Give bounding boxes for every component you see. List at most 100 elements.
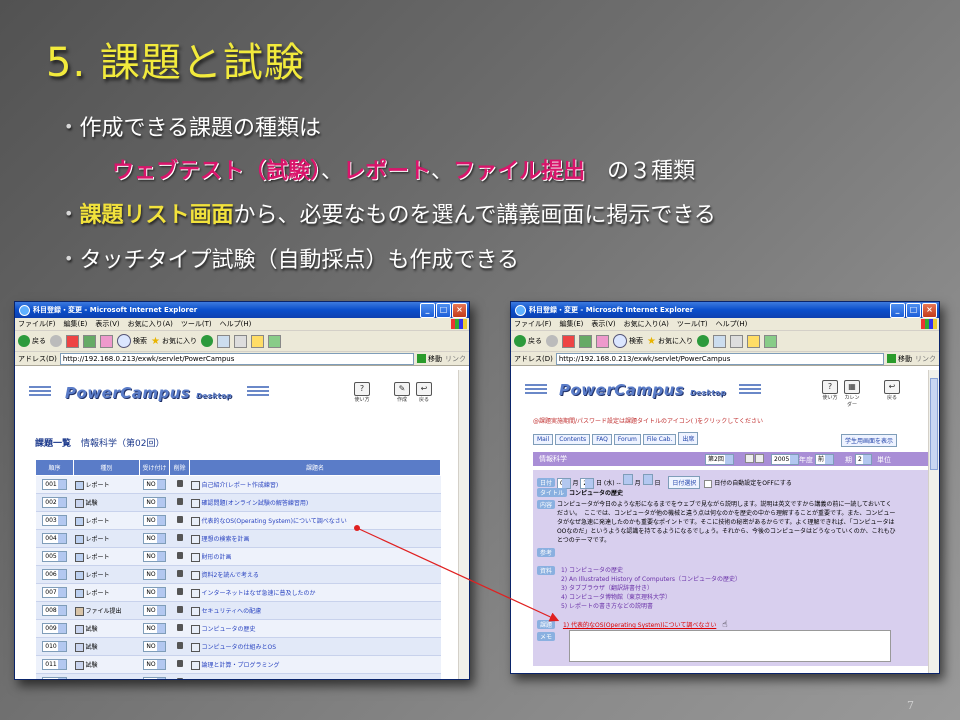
accept-select[interactable]: NO [143,551,166,562]
menu-file[interactable]: ファイル(F) [514,319,552,329]
stop-icon[interactable] [562,334,575,348]
task-name-link[interactable]: 論理と計算・プログラミング [202,662,280,669]
vertical-scrollbar[interactable] [928,370,939,673]
trash-icon[interactable] [176,678,183,679]
resource-link[interactable]: 3) タブブラウザ（翻訳辞書付き） [561,584,741,593]
go-button[interactable]: 移動 [887,354,912,364]
menu-tools[interactable]: ツール(T) [181,319,212,329]
edit-task-icon[interactable] [190,624,200,634]
home-icon[interactable] [100,334,113,348]
print-icon[interactable] [233,334,247,348]
trash-icon[interactable] [176,534,183,541]
order-select[interactable]: 011 [42,659,67,670]
links-label[interactable]: リンク [445,354,466,364]
nav-filecab-button[interactable]: File Cab. [642,434,677,445]
task-name-link[interactable]: 理想の検索を計画 [202,536,250,543]
scrollbar-thumb[interactable] [930,378,938,470]
nav-attendance-button[interactable]: 出席 [678,432,699,445]
edit-task-icon[interactable] [190,678,200,679]
search-button[interactable]: 検索 [117,334,147,348]
prev-session-icon[interactable] [745,454,754,463]
menu-help[interactable]: ヘルプ(H) [716,319,748,329]
order-select[interactable]: 009 [42,623,67,634]
edit-task-icon[interactable] [190,588,200,598]
accept-select[interactable]: NO [143,569,166,580]
edit-task-icon[interactable] [190,606,200,616]
maximize-button[interactable]: □ [436,303,451,318]
menu-edit[interactable]: 編集(E) [560,319,584,329]
accept-select[interactable]: NO [143,587,166,598]
create-button[interactable]: ✎ 作成 [393,382,411,403]
back-button[interactable]: 戻る [18,335,46,347]
task-name-link[interactable]: 確認問題(オンライン試験の解答練習用) [202,500,309,507]
nav-forum-button[interactable]: Forum [613,434,641,445]
trash-icon[interactable] [176,606,183,613]
term-select[interactable]: 前 [815,454,835,465]
refresh-icon[interactable] [579,334,592,348]
year-input[interactable]: 2005 [771,454,800,465]
order-select[interactable]: 002 [42,497,67,508]
edit-task-icon[interactable] [190,552,200,562]
task-name-link[interactable]: 自己紹介(レポート作成練習) [202,482,279,489]
nav-faq-button[interactable]: FAQ [592,434,612,445]
order-select[interactable]: 003 [42,515,67,526]
trash-icon[interactable] [176,588,183,595]
favorites-button[interactable]: ★ お気に入り [151,336,197,347]
resource-link[interactable]: 2) An Illustrated History of Computers（コ… [561,575,741,584]
minimize-button[interactable]: _ [890,303,905,318]
mail-icon[interactable] [712,334,726,348]
end-month-input[interactable] [622,474,633,485]
next-session-icon[interactable] [755,454,764,463]
forward-arrow-icon[interactable] [50,335,62,347]
task-name-link[interactable]: セキュリティへの配慮 [202,608,262,615]
stop-icon[interactable] [66,334,79,348]
resource-link[interactable]: 4) コンピュータ博物館（東京理科大学） [561,593,741,602]
help-button[interactable]: ? 使い方 [353,382,371,403]
menu-view[interactable]: 表示(V) [591,319,615,329]
trash-icon[interactable] [176,660,183,667]
edit-task-icon[interactable] [190,516,200,526]
task-name-link[interactable]: コンピュータの歴史 [202,626,256,633]
minimize-button[interactable]: _ [420,303,435,318]
messenger-icon[interactable] [267,334,281,348]
links-label[interactable]: リンク [915,354,936,364]
home-icon[interactable] [596,334,609,348]
accept-select[interactable]: NO [143,623,166,634]
trash-icon[interactable] [176,552,183,559]
edit-task-icon[interactable] [190,642,200,652]
end-day-input[interactable] [642,474,653,485]
edit-task-icon[interactable] [190,660,200,670]
accept-select[interactable]: NO [143,605,166,616]
menu-favorites[interactable]: お気に入り(A) [624,319,669,329]
trash-icon[interactable] [176,480,183,487]
task-name-link[interactable]: コンピュータの仕組みとOS [202,644,277,651]
search-button[interactable]: 検索 [613,334,643,348]
menu-favorites[interactable]: お気に入り(A) [128,319,173,329]
order-select[interactable]: 008 [42,605,67,616]
menu-edit[interactable]: 編集(E) [64,319,88,329]
order-select[interactable]: 001 [42,479,67,490]
order-select[interactable]: 007 [42,587,67,598]
trash-icon[interactable] [176,516,183,523]
accept-select[interactable]: NO [143,497,166,508]
task-name-link[interactable]: 財形の計画 [202,554,232,561]
accept-select[interactable]: NO [143,479,166,490]
mail-icon[interactable] [216,334,230,348]
return-button[interactable]: ↩ 戻る [883,380,901,401]
edit-icon[interactable] [250,334,264,348]
edit-task-icon[interactable] [190,480,200,490]
accept-select[interactable]: NO [143,515,166,526]
order-select[interactable]: 012 [42,677,67,679]
edit-task-icon[interactable] [190,498,200,508]
nav-mail-button[interactable]: Mail [533,434,554,445]
menu-tools[interactable]: ツール(T) [677,319,708,329]
resource-link[interactable]: 5) レポートの書き方などの説明書 [561,602,741,611]
favorites-button[interactable]: ★ お気に入り [647,336,693,347]
trash-icon[interactable] [176,498,183,505]
nav-contents-button[interactable]: Contents [555,434,591,445]
calendar-button[interactable]: ▦ カレンダー [843,380,861,408]
student-view-button[interactable]: 学生用画面を表示 [841,434,898,447]
order-select[interactable]: 010 [42,641,67,652]
menu-view[interactable]: 表示(V) [95,319,119,329]
maximize-button[interactable]: □ [906,303,921,318]
